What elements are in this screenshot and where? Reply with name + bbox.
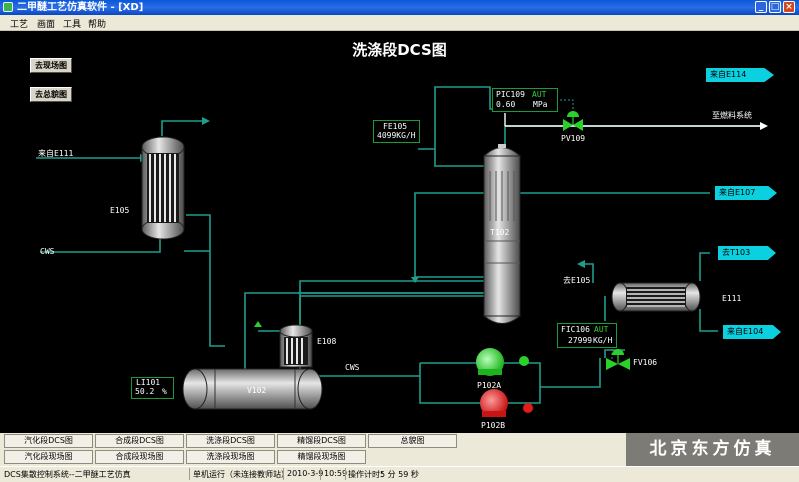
label-cws-2: CWS bbox=[345, 363, 360, 372]
btn-rectification-field[interactable]: 精馏段现场图 bbox=[277, 450, 366, 464]
label-p102b: P102B bbox=[481, 421, 506, 430]
exchanger-e111[interactable] bbox=[611, 282, 701, 312]
status-timer-value: 5 分 59 秒 bbox=[380, 470, 419, 479]
menu-bar: 工艺 画面 工具 帮助 bbox=[0, 15, 799, 31]
bottom-nav: 汽化段DCS图 合成段DCS图 洗涤段DCS图 精馏段DCS图 总貌图 汽化段现… bbox=[0, 433, 799, 466]
btn-gasification-dcs[interactable]: 汽化段DCS图 bbox=[4, 434, 93, 448]
pump-p102a-status-indicator bbox=[519, 356, 529, 366]
btn-washing-dcs[interactable]: 洗涤段DCS图 bbox=[186, 434, 275, 448]
label-from-e111: 来自E111 bbox=[38, 149, 74, 158]
process-diagram bbox=[36, 86, 768, 417]
title-bar: 二甲醚工艺仿真软件 - [XD] _ □ × bbox=[0, 0, 799, 15]
li101-panel[interactable]: LI101 50.2 % bbox=[131, 377, 174, 399]
brand-logo: 北京东方仿真 bbox=[626, 433, 799, 466]
menu-tools[interactable]: 工具 bbox=[63, 17, 81, 30]
fic106-panel[interactable]: FIC106 AUT 27999 KG/H bbox=[557, 323, 617, 348]
pipe-arrows bbox=[140, 117, 768, 382]
btn-synthesis-dcs[interactable]: 合成段DCS图 bbox=[95, 434, 184, 448]
exchanger-e105[interactable] bbox=[141, 136, 185, 240]
go-field-view-button[interactable]: 去现场图 bbox=[30, 58, 72, 73]
tag-from-e107[interactable]: 来自E107 bbox=[715, 186, 777, 200]
page-title: 洗涤段DCS图 bbox=[352, 41, 447, 59]
status-bar: DCS集散控制系统--二甲醚工艺仿真 单机运行（未连接教师站） 2010-3-9… bbox=[0, 466, 799, 482]
label-p102a: P102A bbox=[477, 381, 502, 390]
btn-overview[interactable]: 总貌图 bbox=[368, 434, 457, 448]
status-mode: 单机运行（未连接教师站） bbox=[193, 470, 289, 479]
dcs-canvas: 洗涤段DCS图 去现场图 去总貌图 来自E114 来自E107 去T103 来自… bbox=[0, 31, 799, 433]
btn-synthesis-field[interactable]: 合成段现场图 bbox=[95, 450, 184, 464]
fe105-panel[interactable]: FE105 4099KG/H bbox=[373, 120, 420, 143]
btn-washing-field[interactable]: 洗涤段现场图 bbox=[186, 450, 275, 464]
status-date: 2010-3-9 bbox=[287, 469, 324, 478]
tag-from-e104[interactable]: 来自E104 bbox=[723, 325, 781, 339]
tag-to-t103[interactable]: 去T103 bbox=[718, 246, 776, 260]
status-system: DCS集散控制系统--二甲醚工艺仿真 bbox=[4, 470, 131, 479]
label-v102: V102 bbox=[247, 386, 267, 395]
label-e111: E111 bbox=[722, 294, 742, 303]
pic109-unit: MPa bbox=[533, 100, 548, 109]
label-to-e105: 去E105 bbox=[563, 276, 591, 285]
pump-p102b-status-indicator bbox=[523, 403, 533, 413]
status-time: 10:59 bbox=[324, 469, 348, 478]
fic106-mode: AUT bbox=[594, 325, 609, 334]
label-pv109: PV109 bbox=[561, 134, 586, 143]
pump-p102a[interactable] bbox=[476, 348, 529, 376]
pic109-tag: PIC109 bbox=[496, 90, 525, 99]
valve-pv109[interactable] bbox=[563, 111, 583, 131]
label-cws-1: CWS bbox=[40, 247, 55, 256]
menu-process[interactable]: 工艺 bbox=[10, 17, 28, 30]
go-overview-button[interactable]: 去总貌图 bbox=[30, 87, 72, 102]
pic109-panel[interactable]: PIC109 AUT 0.60 MPa bbox=[492, 88, 558, 112]
label-fv106: FV106 bbox=[633, 358, 658, 367]
menu-screen[interactable]: 画面 bbox=[37, 17, 55, 30]
label-t102: T102 bbox=[490, 228, 510, 237]
close-button[interactable]: × bbox=[783, 1, 795, 13]
label-e105: E105 bbox=[110, 206, 130, 215]
fic106-value: 27999 bbox=[568, 336, 593, 345]
li101-unit: % bbox=[162, 387, 167, 396]
app-icon bbox=[3, 2, 13, 12]
label-to-fuel: 至燃料系统 bbox=[712, 111, 752, 120]
btn-rectification-dcs[interactable]: 精馏段DCS图 bbox=[277, 434, 366, 448]
li101-value: 50.2 bbox=[135, 387, 155, 396]
fic106-unit: KG/H bbox=[593, 336, 613, 345]
minimize-button[interactable]: _ bbox=[755, 1, 767, 13]
pic109-mode: AUT bbox=[532, 90, 547, 99]
valve-fv106[interactable] bbox=[606, 349, 630, 370]
exchanger-e108[interactable] bbox=[279, 324, 313, 368]
maximize-button[interactable]: □ bbox=[769, 1, 781, 13]
window-title: 二甲醚工艺仿真软件 - [XD] bbox=[17, 2, 144, 13]
tag-from-e114[interactable]: 来自E114 bbox=[706, 68, 774, 82]
pic109-value: 0.60 bbox=[496, 100, 516, 109]
menu-help[interactable]: 帮助 bbox=[88, 17, 106, 30]
fe105-value: 4099KG/H bbox=[377, 131, 416, 140]
fic106-tag: FIC106 bbox=[561, 325, 590, 334]
label-e108: E108 bbox=[317, 337, 337, 346]
btn-gasification-field[interactable]: 汽化段现场图 bbox=[4, 450, 93, 464]
